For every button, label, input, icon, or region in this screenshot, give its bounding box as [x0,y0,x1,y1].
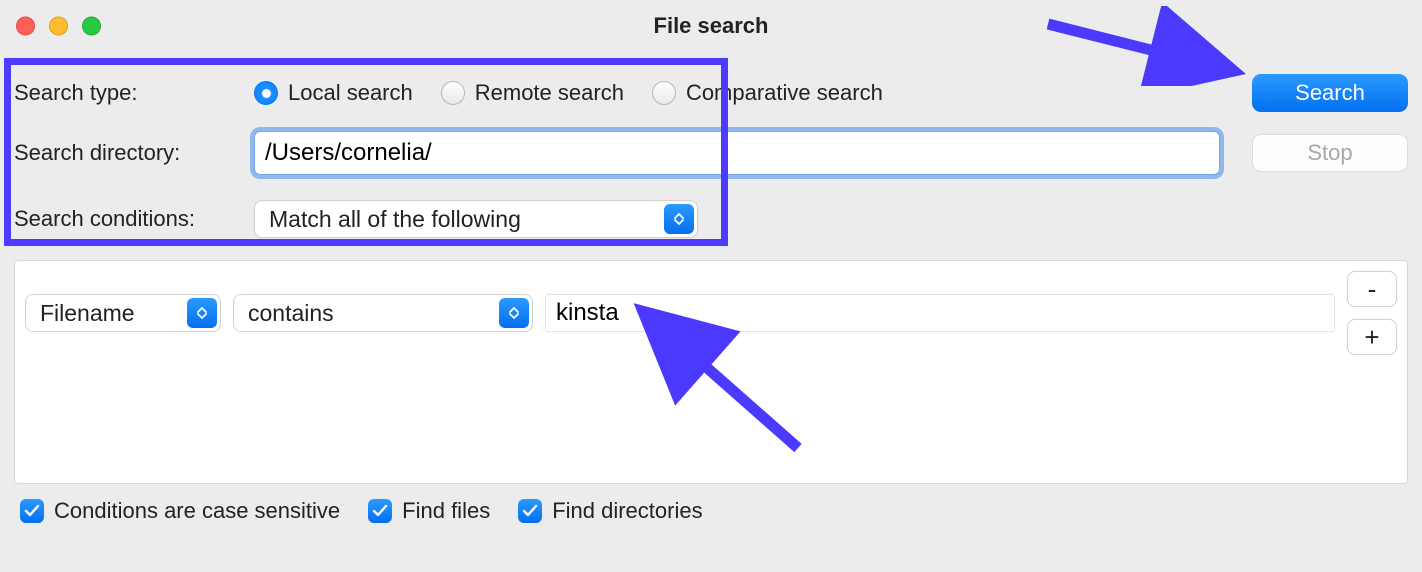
condition-op-select[interactable]: contains [233,294,533,332]
checkbox-checked-icon [518,499,542,523]
search-directory-label: Search directory: [14,140,254,166]
window-controls [16,17,101,36]
chevron-up-down-icon [664,204,694,234]
remove-condition-button[interactable]: - [1347,271,1397,307]
condition-field-select[interactable]: Filename [25,294,221,332]
condition-row: Filename contains - + [25,271,1397,355]
select-value: contains [248,300,334,327]
search-conditions-select[interactable]: Match all of the following [254,200,698,238]
chevron-up-down-icon [187,298,217,328]
checkbox-checked-icon [368,499,392,523]
checkbox-label: Conditions are case sensitive [54,498,340,524]
conditions-panel: Filename contains - + [14,260,1408,484]
title-bar: File search [0,0,1422,52]
checkbox-checked-icon [20,499,44,523]
minimize-icon[interactable] [49,17,68,36]
options-row: Conditions are case sensitive Find files… [14,498,1408,524]
search-conditions-label: Search conditions: [14,206,254,232]
condition-value-input[interactable] [545,294,1335,332]
checkbox-label: Find directories [552,498,702,524]
select-value: Match all of the following [269,206,521,233]
radio-icon [254,81,278,105]
radio-label: Local search [288,80,413,106]
search-form: Search type: Local search Remote search … [14,66,1408,246]
search-directory-input[interactable] [254,131,1220,175]
checkbox-label: Find files [402,498,490,524]
select-value: Filename [40,300,135,327]
stop-button[interactable]: Stop [1252,134,1408,172]
add-condition-button[interactable]: + [1347,319,1397,355]
radio-comparative-search[interactable]: Comparative search [652,80,883,106]
radio-remote-search[interactable]: Remote search [441,80,624,106]
radio-label: Comparative search [686,80,883,106]
radio-label: Remote search [475,80,624,106]
zoom-icon[interactable] [82,17,101,36]
chevron-up-down-icon [499,298,529,328]
radio-icon [441,81,465,105]
check-case-sensitive[interactable]: Conditions are case sensitive [20,498,340,524]
search-button[interactable]: Search [1252,74,1408,112]
radio-icon [652,81,676,105]
check-find-directories[interactable]: Find directories [518,498,702,524]
window-title: File search [654,13,769,39]
check-find-files[interactable]: Find files [368,498,490,524]
search-type-label: Search type: [14,80,254,106]
close-icon[interactable] [16,17,35,36]
radio-local-search[interactable]: Local search [254,80,413,106]
